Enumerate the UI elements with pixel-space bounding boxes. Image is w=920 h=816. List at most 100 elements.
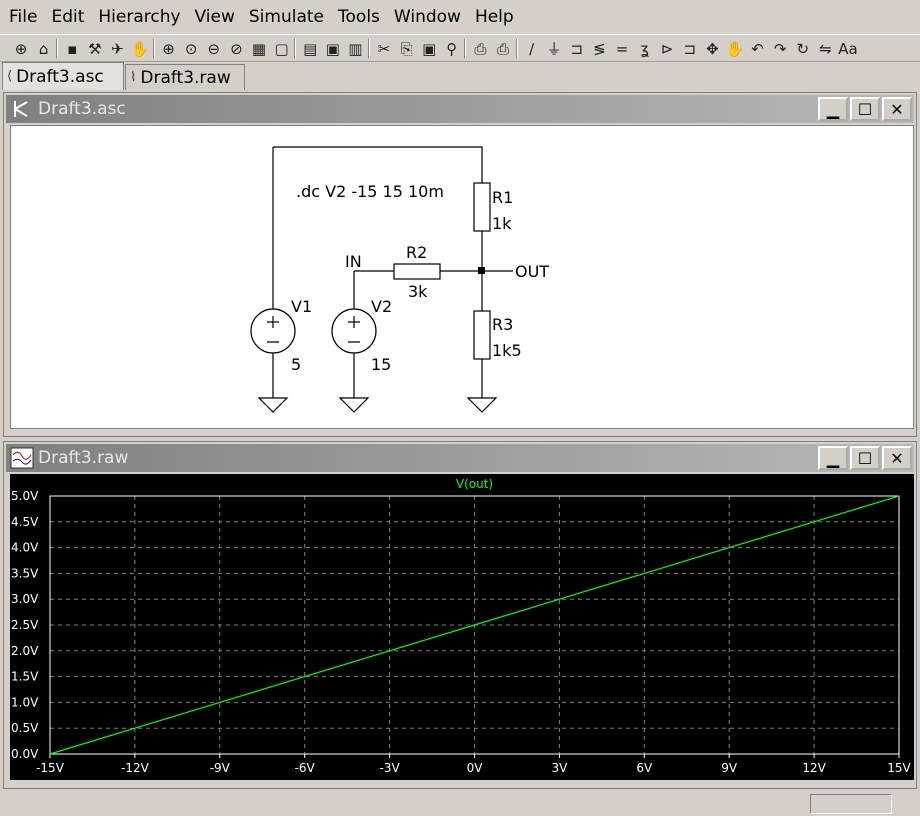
net-label-in[interactable]: IN	[345, 252, 362, 271]
resistor-button[interactable]: ≶	[588, 38, 610, 60]
diode-button[interactable]: ⊳	[656, 38, 678, 60]
close-button[interactable]: ✕	[882, 97, 912, 121]
paste-button[interactable]: ▣	[418, 38, 440, 60]
drag-button[interactable]: ✋	[724, 38, 746, 60]
zoom-cancel-button[interactable]: ⊘	[225, 38, 247, 60]
run-button[interactable]: ✈	[106, 38, 128, 60]
ground-button[interactable]: ⏚	[543, 38, 565, 60]
fit-button[interactable]: ▢	[271, 38, 293, 60]
maximize-button[interactable]: ☐	[850, 97, 880, 121]
x-tick-label: -15V	[36, 761, 65, 775]
text-button[interactable]: Aa	[837, 38, 859, 60]
y-tick-label: 2.0V	[11, 644, 39, 658]
schematic-canvas[interactable]: .dc V2 -15 15 10m R1 1k R2 3k R3 1k5 V1 …	[10, 125, 914, 429]
toolbar-separator	[152, 39, 155, 59]
mirror-button[interactable]: ⇋	[814, 38, 836, 60]
new-schematic-button[interactable]: ⊕	[10, 38, 32, 60]
minimize-icon: ▁	[826, 448, 840, 468]
menu-window[interactable]: Window	[387, 0, 468, 34]
v2-value[interactable]: 15	[371, 355, 391, 374]
schematic-icon: ⟨	[7, 69, 13, 84]
tab-draft3-raw[interactable]: ⌇ Draft3.raw	[125, 64, 245, 90]
r1-value[interactable]: 1k	[492, 214, 512, 233]
cascade-button[interactable]: ▣	[322, 38, 344, 60]
r2-value[interactable]: 3k	[408, 282, 428, 301]
tile-vertical-button[interactable]: ▥	[344, 38, 366, 60]
minimize-button[interactable]: ▁	[818, 446, 848, 470]
zoom-out-icon: ⊖	[207, 39, 221, 58]
toolbar-separator	[515, 39, 518, 59]
menu-tools[interactable]: Tools	[331, 0, 387, 34]
cut-icon: ✂	[377, 39, 391, 58]
capacitor-icon: =	[615, 39, 629, 58]
ground-symbol	[338, 397, 370, 413]
inductor-button[interactable]: ʓ	[634, 38, 656, 60]
diode-icon: ⊳	[660, 39, 674, 58]
menu-edit[interactable]: Edit	[44, 0, 91, 34]
zoom-pan-button[interactable]: ⊙	[180, 38, 202, 60]
x-tick-label: -6V	[295, 761, 316, 775]
y-tick-label: 4.5V	[11, 515, 39, 529]
transistor-icon	[10, 97, 34, 121]
waveform-titlebar[interactable]: Draft3.raw ▁ ☐ ✕	[6, 444, 914, 472]
y-tick-label: 3.0V	[11, 592, 39, 606]
component-button[interactable]: ⊐	[679, 38, 701, 60]
capacitor-button[interactable]: =	[611, 38, 633, 60]
new-schematic-icon: ⊕	[14, 39, 28, 58]
v2-name[interactable]: V2	[371, 297, 392, 316]
halt-button[interactable]: ✋	[129, 38, 151, 60]
print-preview-button[interactable]: ⎙	[469, 38, 491, 60]
run-icon: ✈	[111, 39, 124, 58]
r2-name[interactable]: R2	[406, 243, 427, 262]
redo-button[interactable]: ↷	[769, 38, 791, 60]
undo-button[interactable]: ↶	[747, 38, 769, 60]
move-button[interactable]: ✥	[701, 38, 723, 60]
open-folder-button[interactable]: ⌂	[33, 38, 55, 60]
zoom-out-button[interactable]: ⊖	[203, 38, 225, 60]
menu-help[interactable]: Help	[468, 0, 521, 34]
resistor-r3	[473, 310, 491, 360]
rotate-icon: ↻	[796, 39, 810, 58]
cut-button[interactable]: ✂	[373, 38, 395, 60]
voltage-source-v1	[250, 308, 296, 354]
r3-name[interactable]: R3	[492, 315, 513, 334]
autorange-button[interactable]: ▦	[248, 38, 270, 60]
save-button[interactable]: ▪	[61, 38, 83, 60]
rotate-button[interactable]: ↻	[792, 38, 814, 60]
close-button[interactable]: ✕	[882, 446, 912, 470]
control-panel-button[interactable]: ⚒	[84, 38, 106, 60]
label-net-icon: ⊐	[570, 39, 584, 58]
maximize-button[interactable]: ☐	[850, 446, 880, 470]
menu-view[interactable]: View	[188, 0, 242, 34]
r1-name[interactable]: R1	[492, 188, 513, 207]
plot-pane[interactable]: -15V -12V -9V -6V -3V 0V 3V 6V 9V 12V 15V 0.0V 0.5V 1…	[10, 474, 914, 780]
v1-name[interactable]: V1	[291, 297, 312, 316]
y-tick-label: 1.0V	[11, 695, 39, 709]
menu-file[interactable]: File	[2, 0, 44, 34]
zoom-in-button[interactable]: ⊕	[158, 38, 180, 60]
halt-icon: ✋	[130, 39, 150, 58]
find-button[interactable]: ⚲	[441, 38, 463, 60]
menu-simulate[interactable]: Simulate	[242, 0, 331, 34]
spice-directive[interactable]: .dc V2 -15 15 10m	[296, 182, 444, 201]
minimize-button[interactable]: ▁	[818, 97, 848, 121]
toolbar-separator	[368, 39, 370, 59]
x-tick-label: -3V	[380, 761, 401, 775]
undo-icon: ↶	[751, 39, 764, 58]
menu-hierarchy[interactable]: Hierarchy	[91, 0, 187, 34]
net-label-out[interactable]: OUT	[515, 262, 549, 281]
ground-symbol	[466, 397, 498, 413]
minimize-icon: ▁	[826, 99, 840, 119]
tile-horizontal-button[interactable]: ▤	[299, 38, 321, 60]
tab-draft3-asc[interactable]: ⟨ Draft3.asc	[2, 62, 124, 90]
menu-bar: File Edit Hierarchy View Simulate Tools …	[0, 0, 920, 34]
r3-value[interactable]: 1k5	[492, 341, 522, 360]
schematic-titlebar[interactable]: Draft3.asc ▁ ☐ ✕	[6, 95, 914, 123]
print-button[interactable]: ⎙	[492, 38, 514, 60]
copy-button[interactable]: ⎘	[396, 38, 418, 60]
v1-value[interactable]: 5	[291, 355, 301, 374]
wire-button[interactable]: ∕	[521, 38, 543, 60]
resistor-r1	[473, 182, 491, 232]
toolbar-separator	[56, 39, 59, 59]
label-net-button[interactable]: ⊐	[566, 38, 588, 60]
